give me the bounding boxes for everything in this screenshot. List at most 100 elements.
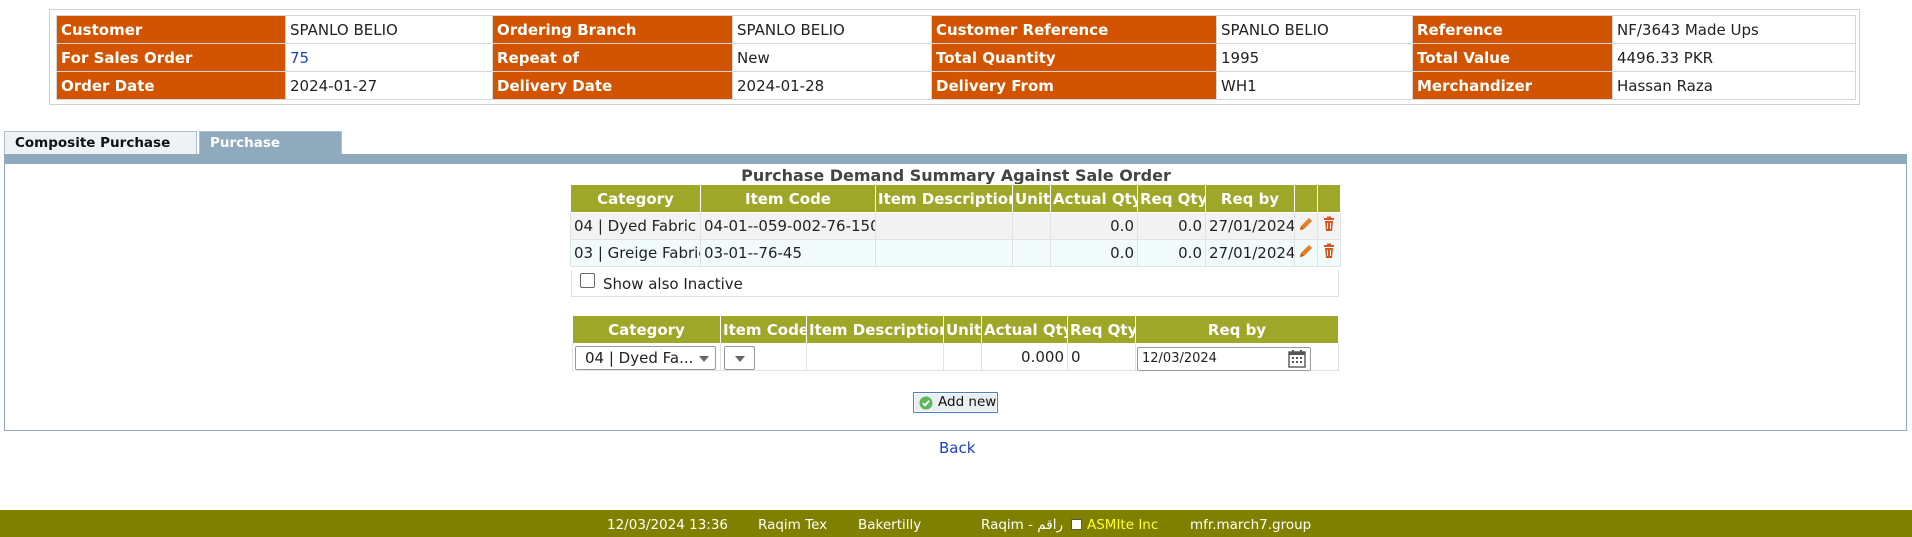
col-header-item-description[interactable]: Item Description <box>875 184 1013 213</box>
tab-purchase-demand[interactable]: Purchase Demand <box>199 131 342 173</box>
order-date-label: Order Date <box>56 71 286 100</box>
entry-col-item-description: Item Description <box>806 315 944 344</box>
show-inactive-label[interactable]: Show also Inactive <box>603 275 743 293</box>
footer-datetime: 12/03/2024 13:36 <box>607 517 729 533</box>
cell-edit <box>1294 239 1318 267</box>
reference-value: NF/3643 Made Ups <box>1612 15 1856 44</box>
check-circle-icon <box>919 396 933 410</box>
merchandizer-label: Merchandizer <box>1412 71 1613 100</box>
cell-req-by: 27/01/2024 <box>1205 239 1295 267</box>
status-footer: 12/03/2024 13:36 Raqim Tex Bakertilly Ra… <box>0 510 1912 537</box>
total-value-value: 4496.33 PKR <box>1612 43 1856 72</box>
entry-unit-cell <box>943 343 982 371</box>
footer-company: Raqim Tex <box>758 517 828 533</box>
ordering-branch-label: Ordering Branch <box>492 15 733 44</box>
chevron-down-icon <box>735 356 745 362</box>
cell-actual-qty: 0.0 <box>1050 239 1138 267</box>
summary-title: Purchase Demand Summary Against Sale Ord… <box>741 166 1171 185</box>
cell-req-qty: 0.0 <box>1137 212 1206 240</box>
entry-col-item-code: Item Code <box>720 315 807 344</box>
customer-label: Customer <box>56 15 286 44</box>
order-date-value: 2024-01-27 <box>285 71 493 100</box>
cell-req-by: 27/01/2024 <box>1205 212 1295 240</box>
entry-col-actual-qty: Actual Qty <box>981 315 1068 344</box>
tab-composite-purchase-plan[interactable]: Composite Purchase Plan <box>4 131 197 173</box>
cell-unit <box>1012 239 1051 267</box>
footer-auditor: Bakertilly <box>858 517 922 533</box>
edit-pencil-icon[interactable] <box>1298 243 1314 263</box>
add-new-button[interactable]: Add new <box>913 392 998 413</box>
chevron-down-icon <box>699 356 709 362</box>
category-select-value: 04 | Dyed Fa... <box>585 349 694 367</box>
total-quantity-value: 1995 <box>1216 43 1413 72</box>
sales-order-label: For Sales Order <box>56 43 286 72</box>
delivery-date-label: Delivery Date <box>492 71 733 100</box>
req-by-date-input[interactable]: 12/03/2024 <box>1137 347 1311 371</box>
entry-actual-qty: 0.000 <box>981 343 1068 371</box>
cell-description <box>875 239 1013 267</box>
calendar-icon[interactable] <box>1286 349 1308 369</box>
order-info-panel: Customer SPANLO BELIO Ordering Branch SP… <box>49 9 1860 105</box>
repeat-of-label: Repeat of <box>492 43 733 72</box>
show-inactive-row: Show also Inactive <box>571 270 1339 297</box>
footer-host: mfr.march7.group <box>1190 517 1312 533</box>
edit-pencil-icon[interactable] <box>1298 216 1314 236</box>
total-value-label: Total Value <box>1412 43 1613 72</box>
cell-delete <box>1317 212 1341 240</box>
order-info-row: Order Date 2024-01-27 Delivery Date 2024… <box>56 71 1856 100</box>
col-header-req-by[interactable]: Req by <box>1205 184 1295 213</box>
category-select[interactable]: 04 | Dyed Fa... <box>575 346 716 370</box>
cell-edit <box>1294 212 1318 240</box>
cell-description <box>875 212 1013 240</box>
entry-req-qty[interactable]: 0 <box>1067 343 1136 371</box>
col-header-actual-qty[interactable]: Actual Qty <box>1050 184 1138 213</box>
cell-item-code: 04-01--059-002-76-150 <box>700 212 876 240</box>
cell-item-code: 03-01--76-45 <box>700 239 876 267</box>
customer-reference-value: SPANLO BELIO <box>1216 15 1413 44</box>
delivery-from-value: WH1 <box>1216 71 1413 100</box>
delivery-date-value: 2024-01-28 <box>732 71 932 100</box>
entry-col-req-qty: Req Qty <box>1067 315 1136 344</box>
order-info-table: Customer SPANLO BELIO Ordering Branch SP… <box>56 15 1856 100</box>
footer-vendor-link[interactable]: ASMIte Inc <box>1087 517 1158 533</box>
merchandizer-value: Hassan Raza <box>1612 71 1856 100</box>
tab-bar-strip <box>4 154 1907 164</box>
col-header-category[interactable]: Category <box>570 184 701 213</box>
col-header-req-qty[interactable]: Req Qty <box>1137 184 1206 213</box>
req-by-date-value: 12/03/2024 <box>1142 351 1217 366</box>
item-code-select[interactable] <box>724 346 755 370</box>
summary-header-row: Category Item Code Item Description Unit… <box>570 184 1341 213</box>
entry-header-row: Category Item Code Item Description Unit… <box>572 315 1339 344</box>
order-info-row: Customer SPANLO BELIO Ordering Branch SP… <box>56 15 1856 44</box>
cell-actual-qty: 0.0 <box>1050 212 1138 240</box>
cell-delete <box>1317 239 1341 267</box>
summary-grid: Category Item Code Item Description Unit… <box>570 184 1341 267</box>
ordering-branch-value: SPANLO BELIO <box>732 15 932 44</box>
entry-col-category: Category <box>572 315 721 344</box>
table-row[interactable]: 04 | Dyed Fabric 04-01--059-002-76-150 0… <box>570 212 1341 240</box>
add-new-label: Add new <box>938 394 997 410</box>
col-header-unit[interactable]: Unit <box>1012 184 1051 213</box>
col-header-item-code[interactable]: Item Code <box>700 184 876 213</box>
table-row[interactable]: 03 | Greige Fabric 03-01--76-45 0.0 0.0 … <box>570 239 1341 267</box>
entry-description-cell[interactable] <box>806 343 944 371</box>
delete-trash-icon[interactable] <box>1321 216 1337 236</box>
repeat-of-value: New <box>732 43 932 72</box>
entry-col-req-by: Req by <box>1135 315 1339 344</box>
entry-col-unit: Unit <box>943 315 982 344</box>
footer-product: Raqim - راقم <box>981 517 1063 533</box>
cell-category: 03 | Greige Fabric <box>570 239 701 267</box>
customer-reference-label: Customer Reference <box>931 15 1217 44</box>
col-header-delete <box>1317 184 1341 213</box>
reference-label: Reference <box>1412 15 1613 44</box>
cell-unit <box>1012 212 1051 240</box>
sales-order-link[interactable]: 75 <box>290 49 309 67</box>
show-inactive-checkbox[interactable] <box>580 273 595 288</box>
col-header-edit <box>1294 184 1318 213</box>
order-info-row: For Sales Order 75 Repeat of New Total Q… <box>56 43 1856 72</box>
cell-category: 04 | Dyed Fabric <box>570 212 701 240</box>
cell-req-qty: 0.0 <box>1137 239 1206 267</box>
sales-order-cell: 75 <box>285 43 493 72</box>
delete-trash-icon[interactable] <box>1321 243 1337 263</box>
back-link[interactable]: Back <box>939 439 975 457</box>
